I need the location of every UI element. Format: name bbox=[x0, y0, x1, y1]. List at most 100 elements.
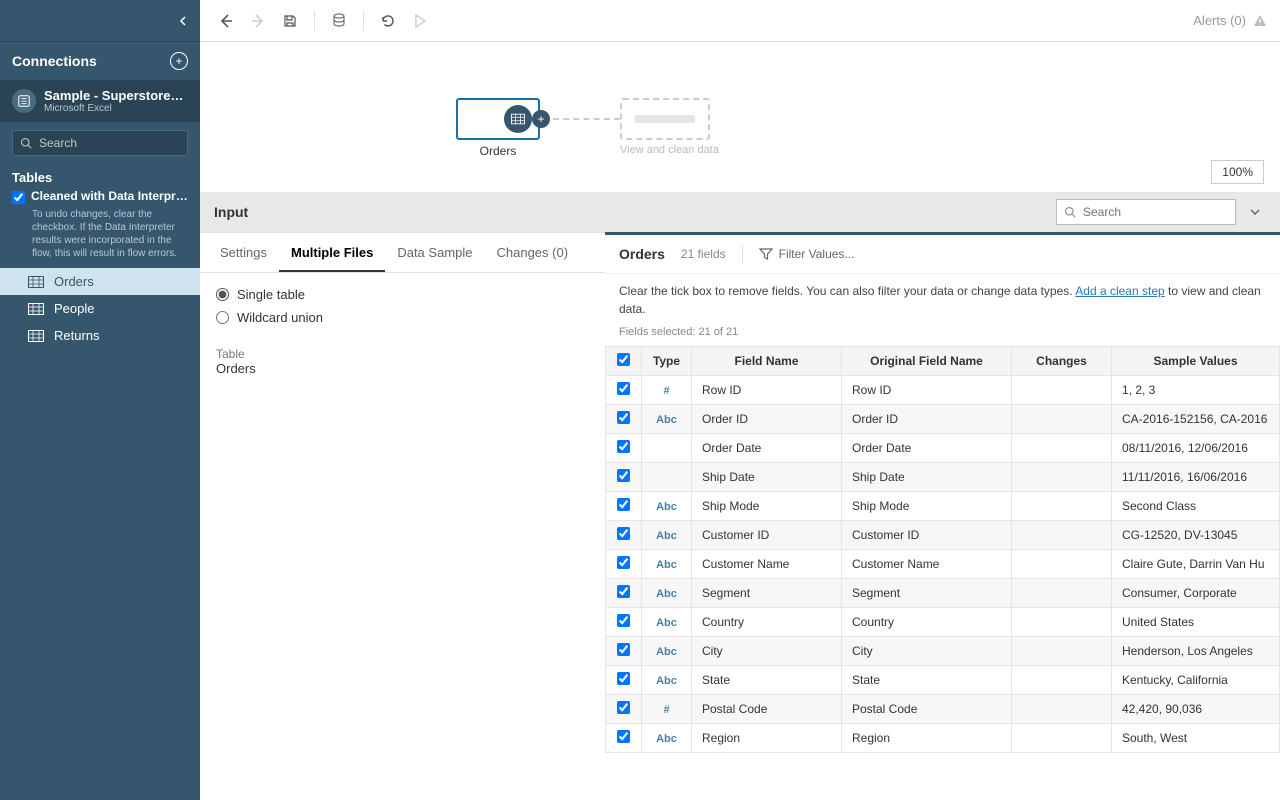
table-item-people[interactable]: People bbox=[0, 295, 200, 322]
table-row: #Row IDRow ID1, 2, 3 bbox=[606, 376, 1280, 405]
field-checkbox[interactable] bbox=[617, 411, 630, 424]
add-step-button[interactable]: + bbox=[532, 110, 550, 128]
field-type-cell[interactable]: Abc bbox=[642, 579, 692, 608]
table-item-orders[interactable]: Orders bbox=[0, 268, 200, 295]
collapse-sidebar-icon[interactable] bbox=[178, 16, 188, 26]
field-changes-cell bbox=[1012, 695, 1112, 724]
radio-single-table[interactable]: Single table bbox=[216, 287, 589, 302]
tab-data-sample[interactable]: Data Sample bbox=[385, 233, 484, 272]
expand-pane-button[interactable] bbox=[1244, 201, 1266, 223]
field-original-cell: Ship Mode bbox=[842, 492, 1012, 521]
radio-wildcard-union[interactable]: Wildcard union bbox=[216, 310, 589, 325]
header-changes[interactable]: Changes bbox=[1012, 347, 1112, 376]
field-name-cell[interactable]: State bbox=[692, 666, 842, 695]
tab-changes[interactable]: Changes (0) bbox=[484, 233, 580, 272]
header-original-name[interactable]: Original Field Name bbox=[842, 347, 1012, 376]
field-sample-cell: Consumer, Corporate bbox=[1112, 579, 1280, 608]
field-name-cell[interactable]: Postal Code bbox=[692, 695, 842, 724]
field-checkbox[interactable] bbox=[617, 440, 630, 453]
field-type-cell[interactable]: Abc bbox=[642, 550, 692, 579]
save-button[interactable] bbox=[276, 7, 304, 35]
field-name-cell[interactable]: Row ID bbox=[692, 376, 842, 405]
select-all-checkbox[interactable] bbox=[617, 353, 630, 366]
field-type-cell[interactable]: Abc bbox=[642, 492, 692, 521]
flow-node-orders[interactable]: + Orders bbox=[456, 98, 540, 158]
field-name-cell[interactable]: Country bbox=[692, 608, 842, 637]
table-icon bbox=[28, 276, 44, 288]
table-item-returns[interactable]: Returns bbox=[0, 322, 200, 349]
data-interpreter-checkbox[interactable] bbox=[12, 191, 25, 204]
field-original-cell: Postal Code bbox=[842, 695, 1012, 724]
field-type-cell[interactable]: Abc bbox=[642, 521, 692, 550]
header-check bbox=[606, 347, 642, 376]
field-type-cell[interactable]: Abc bbox=[642, 666, 692, 695]
run-button[interactable] bbox=[406, 7, 434, 35]
field-checkbox[interactable] bbox=[617, 614, 630, 627]
table-row: Order DateOrder Date08/11/2016, 12/06/20… bbox=[606, 434, 1280, 463]
field-original-cell: Segment bbox=[842, 579, 1012, 608]
field-checkbox[interactable] bbox=[617, 498, 630, 511]
field-checkbox[interactable] bbox=[617, 527, 630, 540]
field-type-cell[interactable]: # bbox=[642, 695, 692, 724]
back-button[interactable] bbox=[212, 7, 240, 35]
field-type-cell[interactable]: Abc bbox=[642, 724, 692, 753]
field-type-cell[interactable]: # bbox=[642, 376, 692, 405]
tab-settings[interactable]: Settings bbox=[208, 233, 279, 272]
field-name-cell[interactable]: Ship Mode bbox=[692, 492, 842, 521]
orders-search-input[interactable] bbox=[1056, 199, 1236, 225]
flow-ghost-step[interactable]: View and clean data bbox=[620, 98, 719, 156]
field-checkbox[interactable] bbox=[617, 382, 630, 395]
add-connection-button[interactable]: + bbox=[170, 52, 188, 70]
field-changes-cell bbox=[1012, 521, 1112, 550]
field-name-cell[interactable]: Ship Date bbox=[692, 463, 842, 492]
forward-button[interactable] bbox=[244, 7, 272, 35]
field-name-cell[interactable]: Customer ID bbox=[692, 521, 842, 550]
field-sample-cell: United States bbox=[1112, 608, 1280, 637]
fields-grid-scroll[interactable]: Type Field Name Original Field Name Chan… bbox=[605, 346, 1280, 800]
field-name-cell[interactable]: City bbox=[692, 637, 842, 666]
connections-header: Connections + bbox=[0, 42, 200, 80]
header-field-name[interactable]: Field Name bbox=[692, 347, 842, 376]
field-type-cell[interactable]: Abc bbox=[642, 405, 692, 434]
database-button[interactable] bbox=[325, 7, 353, 35]
table-row: AbcStateStateKentucky, California bbox=[606, 666, 1280, 695]
string-type-icon: Abc bbox=[656, 617, 677, 629]
field-checkbox[interactable] bbox=[617, 643, 630, 656]
tab-multiple-files[interactable]: Multiple Files bbox=[279, 233, 385, 272]
field-name-cell[interactable]: Customer Name bbox=[692, 550, 842, 579]
field-checkbox[interactable] bbox=[617, 585, 630, 598]
header-sample[interactable]: Sample Values bbox=[1112, 347, 1280, 376]
radio-single-table-input[interactable] bbox=[216, 288, 229, 301]
add-clean-step-link[interactable]: Add a clean step bbox=[1075, 284, 1164, 298]
filter-values-button[interactable]: Filter Values... bbox=[759, 247, 855, 261]
field-name-cell[interactable]: Segment bbox=[692, 579, 842, 608]
table-name-value: Orders bbox=[216, 361, 589, 376]
header-type[interactable]: Type bbox=[642, 347, 692, 376]
field-type-cell[interactable]: Abc bbox=[642, 608, 692, 637]
bottom-panes: Input Settings Multiple Files Data Sampl… bbox=[200, 192, 1280, 800]
field-original-cell: Order ID bbox=[842, 405, 1012, 434]
field-checkbox[interactable] bbox=[617, 469, 630, 482]
field-checkbox[interactable] bbox=[617, 730, 630, 743]
radio-wildcard-input[interactable] bbox=[216, 311, 229, 324]
flow-canvas[interactable]: + Orders View and clean data 100% bbox=[200, 42, 1280, 192]
field-name-cell[interactable]: Order Date bbox=[692, 434, 842, 463]
refresh-button[interactable] bbox=[374, 7, 402, 35]
table-row: AbcRegionRegionSouth, West bbox=[606, 724, 1280, 753]
field-original-cell: Region bbox=[842, 724, 1012, 753]
zoom-level[interactable]: 100% bbox=[1211, 160, 1264, 184]
field-name-cell[interactable]: Region bbox=[692, 724, 842, 753]
field-name-cell[interactable]: Order ID bbox=[692, 405, 842, 434]
field-original-cell: Row ID bbox=[842, 376, 1012, 405]
sidebar-search-input[interactable] bbox=[12, 130, 188, 156]
field-checkbox[interactable] bbox=[617, 701, 630, 714]
alerts-indicator[interactable]: Alerts (0) bbox=[1193, 13, 1268, 29]
table-row: AbcCustomer IDCustomer IDCG-12520, DV-13… bbox=[606, 521, 1280, 550]
connection-item[interactable]: Sample - Superstore.... Microsoft Excel bbox=[0, 80, 200, 122]
field-original-cell: Customer ID bbox=[842, 521, 1012, 550]
field-checkbox[interactable] bbox=[617, 556, 630, 569]
field-checkbox[interactable] bbox=[617, 672, 630, 685]
field-type-cell[interactable] bbox=[642, 434, 692, 463]
field-type-cell[interactable] bbox=[642, 463, 692, 492]
field-type-cell[interactable]: Abc bbox=[642, 637, 692, 666]
